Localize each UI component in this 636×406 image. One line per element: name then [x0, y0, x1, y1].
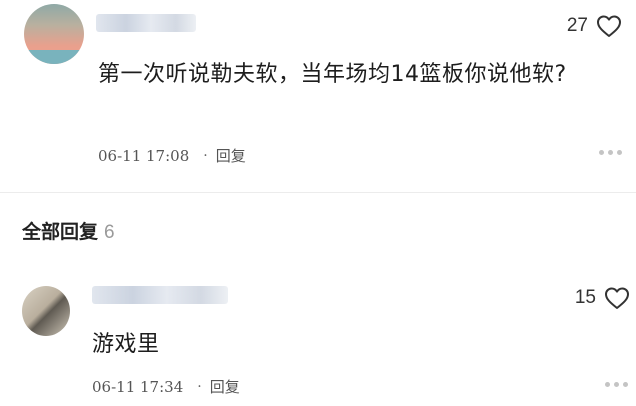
heart-icon [597, 15, 621, 37]
comment-date: 06-11 17:34 [92, 377, 184, 396]
heart-icon [605, 287, 629, 309]
comment-meta: 06-11 17:34 · 回复 [92, 376, 240, 397]
comment-item: 27 第一次听说勒夫软，当年场均14篮板你说他软? 06-11 17:08 · … [0, 0, 636, 190]
reply-button[interactable]: 回复 [216, 145, 246, 166]
reply-button[interactable]: 回复 [210, 376, 240, 397]
username-blurred[interactable] [92, 286, 228, 304]
like-count: 27 [566, 15, 588, 36]
avatar[interactable] [22, 286, 70, 336]
more-dots-icon[interactable] [605, 382, 628, 387]
username-blurred[interactable] [96, 14, 196, 32]
all-replies-count: 6 [104, 222, 115, 243]
divider [0, 192, 636, 193]
meta-separator: · [203, 147, 208, 164]
comment-text: 游戏里 [92, 332, 160, 357]
meta-separator: · [197, 378, 202, 395]
comment-text: 第一次听说勒夫软，当年场均14篮板你说他软? [98, 62, 567, 87]
like-button[interactable]: 27 [567, 14, 622, 38]
all-replies-header: 全部回复 6 [22, 217, 115, 244]
comment-date: 06-11 17:08 [98, 146, 190, 165]
avatar[interactable] [24, 4, 84, 64]
comment-item: 15 游戏里 06-11 17:34 · 回复 [0, 272, 636, 406]
like-button[interactable]: 15 [575, 286, 630, 310]
comment-meta: 06-11 17:08 · 回复 [98, 145, 246, 166]
more-dots-icon[interactable] [599, 150, 622, 155]
all-replies-title: 全部回复 [22, 221, 99, 243]
like-count: 15 [574, 287, 596, 308]
